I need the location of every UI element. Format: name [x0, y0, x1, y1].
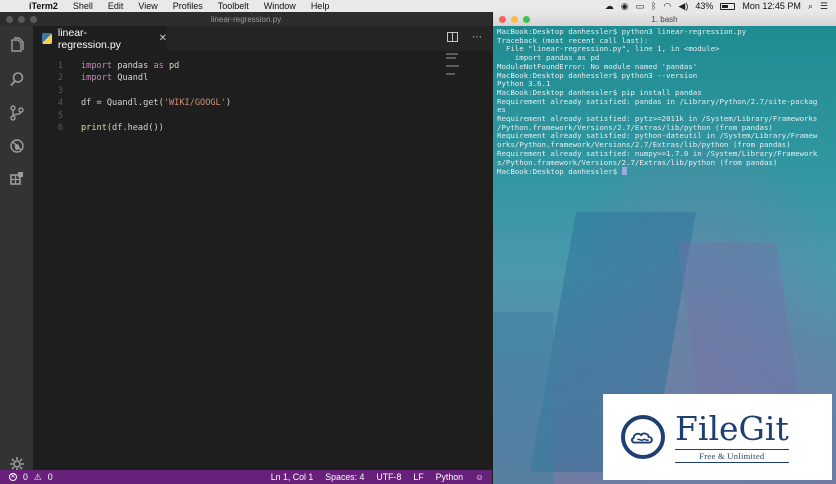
notification-center-icon[interactable]: ☰ [820, 1, 828, 12]
code-line[interactable]: 2 import Quandl [33, 72, 492, 84]
cloud-icon[interactable]: ☁ [605, 1, 614, 12]
indentation-setting[interactable]: Spaces: 4 [325, 472, 364, 482]
error-count: 0 [23, 472, 28, 482]
terminal-line: Requirement already satisfied: pandas in… [497, 96, 818, 106]
end-of-line[interactable]: LF [413, 472, 423, 482]
terminal-line: s/Python.framework/Versions/2.7/Extras/l… [497, 157, 778, 167]
menu-shell[interactable]: Shell [66, 1, 101, 11]
code-token: ) [225, 98, 232, 109]
menubar-clock[interactable]: Mon 12:45 PM [742, 1, 801, 11]
terminal-cursor [621, 167, 627, 176]
cloud-logo-icon [631, 432, 653, 444]
line-number: 6 [57, 123, 63, 133]
code-token: df = Quandl.get( [81, 98, 164, 109]
line-number: 4 [57, 98, 63, 109]
menu-edit[interactable]: Edit [101, 1, 132, 11]
code-line[interactable]: 6 print(df.head()) [33, 122, 492, 134]
code-token: 'WIKI/GOOGL' [163, 98, 226, 109]
filegit-watermark: FileGit Free & Unlimited [603, 394, 832, 480]
line-number: 3 [57, 85, 63, 96]
code-token: import [81, 61, 113, 71]
code-text: import Quandl [81, 72, 148, 84]
code-token: as [153, 61, 164, 71]
menu-app-name[interactable]: iTerm2 [22, 1, 66, 11]
bluetooth-icon[interactable]: ᛒ [651, 1, 656, 11]
code-text: print(df.head()) [81, 122, 164, 134]
record-icon[interactable]: ◉ [621, 1, 629, 12]
code-text: import pandas as pd [81, 60, 179, 72]
drive-icon[interactable]: ▭ [636, 1, 645, 12]
menu-profiles[interactable]: Profiles [166, 1, 211, 11]
problems-indicator[interactable]: ✕ 0 ⚠ 0 [0, 472, 53, 483]
search-button[interactable] [0, 64, 33, 94]
extensions-icon [9, 172, 23, 185]
terminal-line: MacBook:Desktop danhessler$ [497, 167, 835, 177]
code-token: Quandl [112, 73, 149, 84]
code-line[interactable]: 4 df = Quandl.get('WIKI/GOOGL') [33, 97, 492, 109]
editor-tab-bar: linear-regression.py ✕ ⋯ [33, 26, 492, 51]
line-number: 5 [57, 110, 63, 121]
vscode-window: linear-regression.py linear-regression.p… [0, 12, 492, 484]
wifi-icon[interactable]: ◠ [664, 1, 672, 12]
menu-toolbelt[interactable]: Toolbelt [211, 1, 257, 11]
code-token: (df.head()) [106, 123, 164, 133]
language-mode[interactable]: Python [436, 472, 463, 482]
menu-window[interactable]: Window [257, 1, 304, 11]
feedback-smiley-icon[interactable]: ☺ [475, 472, 484, 482]
extensions-button[interactable] [0, 163, 33, 193]
debug-icon [9, 139, 24, 153]
activity-bar [0, 26, 33, 471]
more-actions-icon[interactable]: ⋯ [472, 32, 482, 43]
python-file-icon [42, 33, 52, 44]
debug-button[interactable] [0, 131, 33, 161]
error-icon: ✕ [9, 473, 17, 481]
explorer-button[interactable] [0, 30, 33, 60]
editor-actions: ⋯ [447, 32, 482, 43]
split-editor-icon[interactable] [447, 32, 458, 42]
spotlight-search-icon[interactable]: ⌕ [808, 1, 813, 12]
source-control-icon [9, 105, 24, 121]
vscode-window-title: linear-regression.py [210, 14, 282, 24]
line-number: 2 [57, 73, 63, 84]
code-token: import [81, 73, 113, 84]
status-bar: ✕ 0 ⚠ 0 Ln 1, Col 1 Spaces: 4 UTF-8 LF P… [0, 470, 492, 484]
editor-tab-linear-regression[interactable]: linear-regression.py ✕ [33, 26, 167, 51]
tab-label: linear-regression.py [57, 26, 121, 51]
file-encoding[interactable]: UTF-8 [376, 472, 401, 482]
cursor-position[interactable]: Ln 1, Col 1 [271, 472, 314, 482]
menu-help[interactable]: Help [304, 1, 338, 11]
code-line[interactable]: 1 import pandas as pd [33, 60, 492, 72]
battery-percent: 43% [695, 1, 714, 11]
code-token: pandas [112, 61, 154, 71]
files-icon [10, 37, 24, 52]
code-line[interactable]: 5 [33, 110, 492, 122]
menubar-status-area: ☁ ◉ ▭ ᛒ ◠ ◀) 43% Mon 12:45 PM ⌕ ☰ [605, 1, 836, 12]
line-number: 1 [57, 61, 63, 71]
code-text: df = Quandl.get('WIKI/GOOGL') [81, 97, 231, 109]
tab-close-icon[interactable]: ✕ [159, 33, 167, 44]
code-token: print [81, 123, 107, 133]
menu-view[interactable]: View [131, 1, 165, 11]
terminal-output[interactable]: MacBook:Desktop danhessler$ python3 line… [497, 27, 835, 177]
code-editor[interactable]: 1 import pandas as pd 2 import Quandl 3 4 df =… [33, 51, 492, 470]
warning-count: 0 [47, 472, 53, 482]
search-icon [9, 72, 23, 87]
warning-icon: ⚠ [33, 471, 42, 482]
filegit-logo [621, 415, 665, 459]
macos-menubar: iTerm2 Shell Edit View Profiles Toolbelt… [0, 0, 836, 12]
iterm-titlebar: 1. bash [493, 12, 836, 26]
iterm-window-title: 1. bash [651, 14, 678, 24]
code-token: pd [163, 61, 180, 71]
code-line[interactable]: 3 [33, 85, 492, 97]
source-control-button[interactable] [0, 98, 33, 128]
wallpaper-shape [493, 312, 553, 484]
watermark-name: FileGit [675, 409, 789, 448]
vscode-titlebar: linear-regression.py [0, 12, 492, 26]
volume-icon[interactable]: ◀) [678, 1, 688, 12]
watermark-tagline: Free & Unlimited [675, 449, 789, 463]
battery-icon[interactable] [720, 2, 736, 10]
